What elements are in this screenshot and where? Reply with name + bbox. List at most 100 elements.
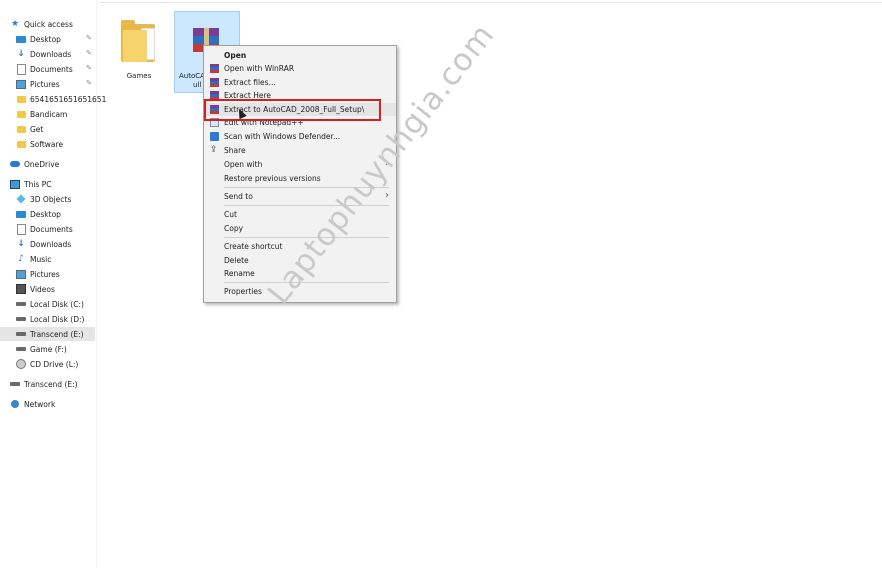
navigation-pane: ★ Quick access Desktop ✎ ↓ Downloads ✎ D… (0, 0, 106, 568)
nav-folder-get[interactable]: Get (16, 122, 96, 136)
menu-item-scan-defender[interactable]: Scan with Windows Defender... (204, 130, 396, 143)
folder-icon (16, 139, 26, 149)
download-icon: ↓ (17, 239, 25, 249)
folder-icon (16, 124, 26, 134)
menu-item-label: Share (224, 146, 246, 155)
drive-icon (16, 329, 26, 339)
desktop-icon (16, 209, 26, 219)
nav-label: Game (F:) (30, 344, 67, 354)
defender-icon (210, 132, 219, 141)
nav-pc-desktop[interactable]: Desktop (16, 207, 96, 221)
menu-item-label: Extract files... (224, 78, 276, 87)
nav-cd-drive-l[interactable]: CD Drive (L:) (16, 357, 96, 371)
pictures-icon (16, 79, 26, 89)
nav-label: Pictures (30, 79, 60, 89)
this-pc-icon (10, 179, 20, 189)
menu-item-label: Copy (224, 224, 244, 233)
menu-item-open[interactable]: Open (204, 49, 396, 62)
menu-item-label: Cut (224, 210, 237, 219)
folder-icon (16, 94, 26, 104)
nav-label: Downloads (30, 49, 72, 59)
drive-icon (16, 299, 26, 309)
nav-label: Videos (30, 284, 55, 294)
drive-icon (16, 344, 26, 354)
nav-pc-documents[interactable]: Documents (16, 222, 96, 236)
nav-game-f[interactable]: Game (F:) (16, 342, 96, 356)
star-icon: ★ (10, 19, 20, 29)
nav-label: CD Drive (L:) (30, 359, 79, 369)
nav-transcend-e[interactable]: Transcend (E:) (0, 327, 95, 341)
address-bar-edge (100, 0, 882, 3)
nav-this-pc[interactable]: This PC (10, 177, 96, 191)
nav-3d-objects[interactable]: 3D Objects (16, 192, 96, 206)
winrar-icon (210, 64, 219, 73)
nav-label: Desktop (30, 34, 61, 44)
documents-icon (16, 223, 26, 235)
nav-downloads[interactable]: ↓ Downloads ✎ (16, 47, 96, 61)
nav-label: Transcend (E:) (30, 329, 84, 339)
menu-item-label: Rename (224, 269, 255, 278)
nav-folder-bandicam[interactable]: Bandicam (16, 107, 96, 121)
nav-desktop[interactable]: Desktop ✎ (16, 32, 96, 46)
drive-icon (16, 314, 26, 324)
nav-label: Local Disk (D:) (30, 314, 85, 324)
nav-label: Desktop (30, 209, 61, 219)
documents-icon (16, 63, 26, 75)
nav-pictures[interactable]: Pictures ✎ (16, 77, 96, 91)
nav-label: Get (30, 124, 44, 134)
menu-item-label: Open with (224, 160, 263, 169)
network-icon (10, 399, 20, 409)
nav-transcend-e-root[interactable]: Transcend (E:) (10, 377, 96, 391)
nav-pc-downloads[interactable]: ↓ Downloads (16, 237, 96, 251)
nav-label: Music (30, 254, 52, 264)
winrar-icon (210, 78, 219, 87)
onedrive-icon (10, 159, 20, 169)
nav-label: Local Disk (C:) (30, 299, 84, 309)
pictures-icon (16, 269, 26, 279)
nav-local-disk-c[interactable]: Local Disk (C:) (16, 297, 96, 311)
file-name: Games (126, 72, 152, 80)
menu-item-label: Open (224, 51, 247, 60)
cd-drive-icon (16, 359, 26, 369)
folder-icon (121, 20, 155, 62)
nav-local-disk-d[interactable]: Local Disk (D:) (16, 312, 96, 326)
desktop-icon (16, 34, 26, 44)
nav-label: Downloads (30, 239, 72, 249)
menu-item-label: Restore previous versions (224, 174, 321, 183)
menu-item-copy[interactable]: Copy (204, 222, 396, 235)
menu-item-label: Send to (224, 192, 253, 201)
nav-folder-6541[interactable]: 6541651651651651 (16, 92, 106, 106)
pin-icon: ✎ (86, 49, 92, 57)
drive-icon (10, 379, 20, 389)
nav-label: Software (30, 139, 64, 149)
videos-icon (16, 284, 26, 294)
nav-label: Bandicam (30, 109, 68, 119)
nav-label: 6541651651651651 (30, 94, 107, 104)
menu-item-label: Create shortcut (224, 242, 283, 251)
nav-label: Documents (30, 224, 73, 234)
menu-item-open-with-winrar[interactable]: Open with WinRAR (204, 62, 396, 75)
nav-onedrive[interactable]: OneDrive (10, 157, 96, 171)
file-item-games[interactable]: Games (113, 12, 165, 92)
download-icon: ↓ (17, 49, 25, 59)
nav-quick-access[interactable]: ★ Quick access (10, 17, 106, 31)
menu-item-extract-files[interactable]: Extract files... (204, 76, 396, 89)
menu-item-label: Scan with Windows Defender... (224, 132, 341, 141)
nav-pc-pictures[interactable]: Pictures (16, 267, 96, 281)
nav-label: 3D Objects (30, 194, 72, 204)
music-icon: ♪ (18, 254, 24, 264)
nav-folder-software[interactable]: Software (16, 137, 96, 151)
nav-music[interactable]: ♪ Music (16, 252, 96, 266)
nav-network[interactable]: Network (10, 397, 96, 411)
menu-item-label: Delete (224, 256, 249, 265)
chevron-right-icon: › (385, 190, 389, 201)
pin-icon: ✎ (86, 34, 92, 42)
menu-item-label: Properties (224, 287, 262, 296)
nav-label: Documents (30, 64, 73, 74)
nav-videos[interactable]: Videos (16, 282, 96, 296)
nav-label: Quick access (24, 19, 73, 29)
nav-label: Pictures (30, 269, 60, 279)
nav-label: OneDrive (24, 159, 60, 169)
nav-documents[interactable]: Documents ✎ (16, 62, 96, 76)
pin-icon: ✎ (86, 64, 92, 72)
